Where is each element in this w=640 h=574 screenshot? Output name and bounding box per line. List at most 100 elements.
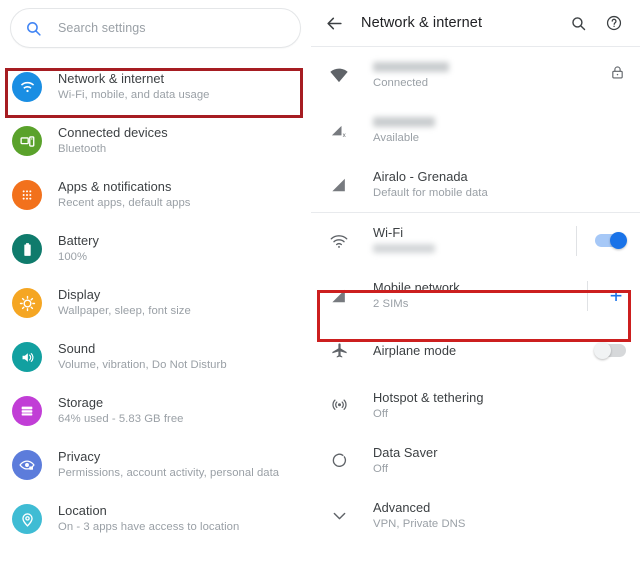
- page-title: Network & internet: [361, 15, 483, 31]
- sidebar-item-title: Display: [58, 287, 101, 302]
- signal-off-icon: x: [325, 120, 353, 140]
- vertical-divider: [576, 225, 577, 256]
- redacted-network-name: [373, 61, 449, 72]
- wifi-outline-icon: [325, 231, 353, 251]
- lock-icon: [609, 64, 626, 86]
- setting-row-title: Wi-Fi: [373, 225, 404, 240]
- search-placeholder: Search settings: [58, 21, 146, 35]
- sidebar-item-connected-devices[interactable]: Connected devices Bluetooth: [0, 114, 311, 168]
- sidebar-item-privacy[interactable]: Privacy Permissions, account activity, p…: [0, 438, 311, 492]
- devices-icon: [12, 126, 42, 156]
- airplane-icon: [325, 341, 353, 360]
- redacted-wifi-ssid: [373, 244, 435, 253]
- sidebar-item-display[interactable]: Display Wallpaper, sleep, font size: [0, 276, 311, 330]
- sidebar-item-subtitle: Bluetooth: [58, 143, 107, 155]
- svg-text:x: x: [343, 131, 347, 138]
- help-circle-icon[interactable]: [602, 11, 626, 35]
- sidebar-item-text: Location On - 3 apps have access to loca…: [58, 503, 239, 535]
- sidebar-item-text: Battery 100%: [58, 233, 99, 265]
- setting-row-subtitle: VPN, Private DNS: [373, 517, 466, 530]
- sidebar-item-subtitle: Wallpaper, sleep, font size: [58, 305, 191, 317]
- setting-row-advanced[interactable]: Advanced VPN, Private DNS: [311, 488, 640, 543]
- setting-row-text: Data Saver Off: [373, 445, 626, 477]
- status-row-mobile-available[interactable]: x Available: [311, 102, 640, 157]
- search-icon[interactable]: [566, 11, 590, 35]
- sidebar-item-network-internet[interactable]: Network & internet Wi-Fi, mobile, and da…: [0, 60, 311, 114]
- network-status-section: Connected x Available Airalo - Grenada D…: [311, 47, 640, 212]
- chevron-down-icon: [325, 506, 353, 525]
- network-settings-section: Wi-Fi Mobile network 2 SIMs + Airplane m…: [311, 213, 640, 543]
- setting-row-text: Hotspot & tethering Off: [373, 390, 626, 422]
- sidebar-item-title: Network & internet: [58, 71, 165, 86]
- setting-row-title: Mobile network: [373, 279, 460, 295]
- setting-row-subtitle: Off: [373, 462, 389, 475]
- wifi-toggle[interactable]: [595, 232, 627, 249]
- apps-grid-icon: [12, 180, 42, 210]
- vertical-divider: [587, 280, 588, 311]
- signal-bars-icon: [325, 175, 353, 195]
- settings-items-list: Network & internet Wi-Fi, mobile, and da…: [0, 60, 311, 546]
- status-row-text: Airalo - Grenada Default for mobile data: [373, 169, 626, 201]
- setting-row-subtitle: Off: [373, 407, 389, 420]
- sidebar-item-sound[interactable]: Sound Volume, vibration, Do Not Disturb: [0, 330, 311, 384]
- status-row-trailing: [609, 64, 626, 86]
- status-row-wifi-connected[interactable]: Connected: [311, 47, 640, 102]
- sidebar-item-subtitle: Recent apps, default apps: [58, 197, 191, 209]
- setting-row-subtitle: 2 SIMs: [373, 297, 409, 310]
- wifi-filled-icon: [325, 65, 353, 85]
- sidebar-item-text: Connected devices Bluetooth: [58, 125, 168, 157]
- setting-row-trailing: [594, 342, 626, 359]
- signal-bars-icon: [325, 286, 353, 306]
- setting-row-title: Hotspot & tethering: [373, 389, 484, 405]
- setting-row-text: Wi-Fi: [373, 225, 568, 256]
- data-saver-icon: [325, 451, 353, 470]
- storage-icon: [12, 396, 42, 426]
- setting-row-trailing: +: [587, 280, 626, 311]
- battery-icon: [12, 234, 42, 264]
- status-row-subtitle: Connected: [373, 76, 429, 89]
- setting-row-text: Mobile network 2 SIMs: [373, 280, 579, 312]
- sidebar-item-battery[interactable]: Battery 100%: [0, 222, 311, 276]
- app-bar: Network & internet: [311, 0, 640, 46]
- airplane-mode-toggle[interactable]: [594, 342, 626, 359]
- status-row-text: Connected: [373, 59, 601, 91]
- location-pin-icon: [12, 504, 42, 534]
- sidebar-item-text: Storage 64% used - 5.83 GB free: [58, 395, 184, 427]
- sidebar-item-title: Connected devices: [58, 125, 168, 140]
- status-row-subtitle: Available: [373, 131, 420, 144]
- sidebar-item-location[interactable]: Location On - 3 apps have access to loca…: [0, 492, 311, 546]
- sidebar-item-apps-notifications[interactable]: Apps & notifications Recent apps, defaul…: [0, 168, 311, 222]
- setting-row-trailing: [576, 225, 627, 256]
- setting-row-mobile-network[interactable]: Mobile network 2 SIMs +: [311, 268, 640, 323]
- redacted-network-name: [373, 116, 435, 127]
- setting-row-title: Data Saver: [373, 444, 438, 460]
- search-icon: [25, 20, 42, 37]
- search-input[interactable]: Search settings: [10, 8, 301, 48]
- setting-row-text: Advanced VPN, Private DNS: [373, 500, 626, 532]
- sidebar-item-subtitle: 64% used - 5.83 GB free: [58, 413, 184, 425]
- wifi-icon: [12, 72, 42, 102]
- back-arrow-icon[interactable]: [321, 10, 347, 36]
- sidebar-item-title: Location: [58, 503, 107, 518]
- setting-row-text: Airplane mode: [373, 343, 587, 359]
- search-container: Search settings: [0, 0, 311, 48]
- setting-row-hotspot-tethering[interactable]: Hotspot & tethering Off: [311, 378, 640, 433]
- status-row-airalo-grenada[interactable]: Airalo - Grenada Default for mobile data: [311, 157, 640, 212]
- sidebar-item-subtitle: 100%: [58, 251, 88, 263]
- setting-row-wifi[interactable]: Wi-Fi: [311, 213, 640, 268]
- sidebar-item-subtitle: Wi-Fi, mobile, and data usage: [58, 89, 210, 101]
- sidebar-item-text: Privacy Permissions, account activity, p…: [58, 449, 279, 481]
- status-row-subtitle: Default for mobile data: [373, 186, 488, 199]
- setting-row-data-saver[interactable]: Data Saver Off: [311, 433, 640, 488]
- sidebar-item-subtitle: On - 3 apps have access to location: [58, 521, 240, 533]
- setting-row-airplane-mode[interactable]: Airplane mode: [311, 323, 640, 378]
- hotspot-icon: [325, 396, 353, 415]
- sidebar-item-text: Display Wallpaper, sleep, font size: [58, 287, 191, 319]
- volume-icon: [12, 342, 42, 372]
- add-sim-plus-icon[interactable]: +: [606, 284, 626, 306]
- setting-row-title: Advanced: [373, 499, 431, 515]
- sidebar-item-title: Sound: [58, 341, 96, 356]
- status-row-text: Available: [373, 114, 626, 146]
- sidebar-item-storage[interactable]: Storage 64% used - 5.83 GB free: [0, 384, 311, 438]
- sidebar-item-subtitle: Permissions, account activity, personal …: [58, 467, 280, 479]
